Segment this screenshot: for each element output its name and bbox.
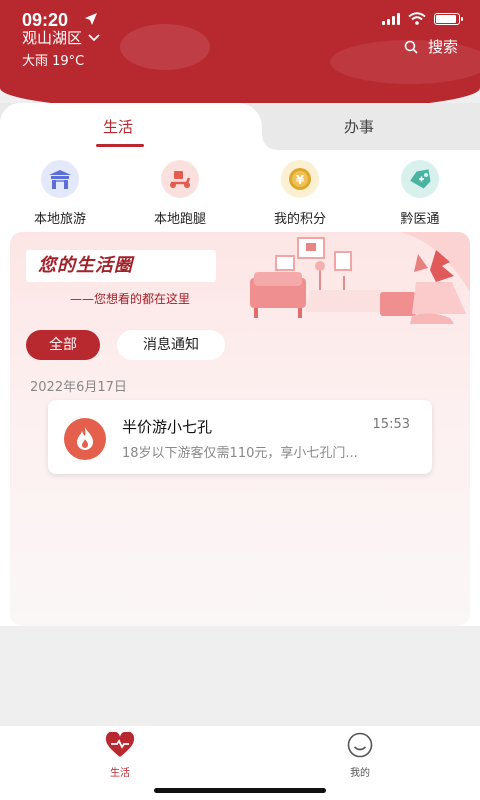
search-label: 搜索 [427, 38, 458, 56]
quick-link-label: 本地跑腿 [153, 212, 206, 227]
medical-tag-icon [401, 160, 439, 198]
scooter-icon [161, 160, 199, 198]
location-arrow-icon [85, 13, 97, 25]
smiley-icon [347, 732, 373, 758]
quick-links: 本地旅游 本地跑腿 ¥ 我的积分 黔医通 [0, 160, 480, 227]
coin-symbol: ¥ [296, 173, 305, 187]
tab-active-indicator [96, 144, 144, 147]
nav-life-label: 生活 [110, 768, 130, 779]
filter-all[interactable]: 全部 [26, 330, 100, 360]
tab-life[interactable]: 生活 [0, 103, 276, 150]
home-indicator [154, 788, 326, 793]
coin-icon: ¥ [281, 160, 319, 198]
header: 09:20 观山湖区 大雨 19°C 搜索 [0, 0, 480, 110]
quick-link-label: 黔医通 [400, 212, 440, 227]
nav-life[interactable]: 生活 [90, 731, 150, 779]
gate-icon [41, 160, 79, 198]
feed-card-description: 18岁以下游客仅需110元，享小七孔门... [122, 446, 358, 461]
feed-card-title: 半价游小七孔 [122, 418, 213, 436]
quick-link-label: 我的积分 [273, 212, 326, 227]
feed-date: 2022年6月17日 [30, 380, 127, 395]
fire-icon [64, 418, 106, 460]
banner-title: 您的生活圈 [26, 250, 216, 282]
signal-icon [382, 12, 400, 25]
weather-info: 大雨 19°C [22, 54, 85, 69]
nav-mine[interactable]: 我的 [330, 732, 390, 779]
feed-card-time: 15:53 [372, 417, 410, 432]
filter-notifications[interactable]: 消息通知 [117, 330, 225, 360]
search-button[interactable]: 搜索 [404, 36, 458, 57]
nav-mine-label: 我的 [350, 768, 370, 779]
quick-link-medical[interactable]: 黔医通 [360, 160, 480, 227]
quick-link-errand[interactable]: 本地跑腿 [120, 160, 240, 227]
battery-icon [434, 12, 463, 25]
banner-subtitle: ——您想看的都在这里 [70, 292, 191, 306]
location-selector[interactable]: 观山湖区 [22, 27, 100, 48]
living-room-illustration [250, 232, 470, 324]
tab-work-label: 办事 [344, 118, 375, 136]
chevron-down-icon [88, 33, 100, 41]
quick-link-travel[interactable]: 本地旅游 [0, 160, 120, 227]
feed-card[interactable]: 半价游小七孔 15:53 18岁以下游客仅需110元，享小七孔门... [48, 400, 432, 474]
location-label: 观山湖区 [22, 29, 83, 47]
life-circle-panel: 您的生活圈 ——您想看的都在这里 全部 消息通知 2022年6月17日 半价游小… [10, 232, 470, 626]
quick-link-label: 本地旅游 [33, 212, 86, 227]
tab-life-label: 生活 [103, 118, 134, 136]
search-icon [404, 40, 418, 54]
quick-link-points[interactable]: ¥ 我的积分 [240, 160, 360, 227]
tab-bar: 生活 办事 [0, 103, 480, 150]
heart-icon [105, 731, 135, 757]
main-content: 本地旅游 本地跑腿 ¥ 我的积分 黔医通 您的生活圈 ——您想看的都在这里 全部… [0, 150, 480, 626]
tab-work[interactable]: 办事 [262, 103, 480, 150]
status-icons [382, 12, 463, 25]
wifi-icon [408, 12, 426, 25]
